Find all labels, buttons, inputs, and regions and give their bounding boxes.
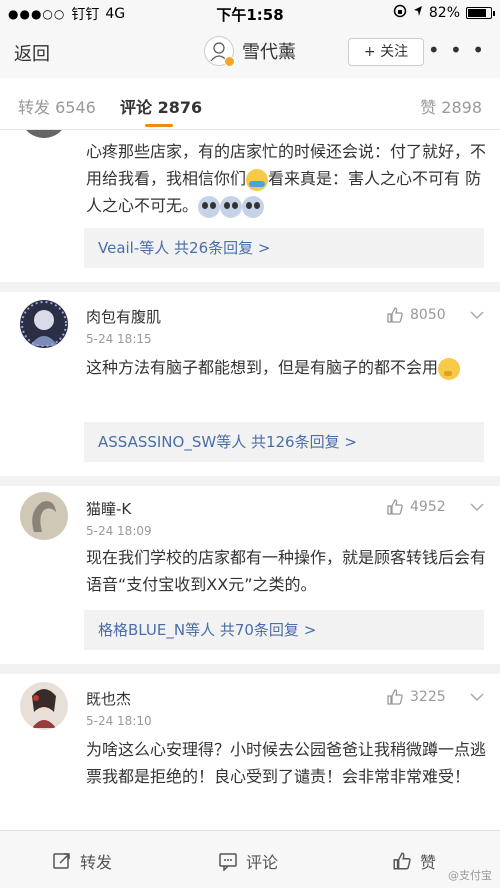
comment-time: 5-24 18:10 bbox=[86, 714, 152, 728]
orientation-lock-icon bbox=[393, 4, 407, 22]
comment-text-part: 这种方法有脑子都能想到，但是有脑子的都不会用 bbox=[86, 358, 439, 377]
repost-icon bbox=[53, 853, 70, 869]
username[interactable]: 肉包有腹肌 bbox=[86, 306, 161, 327]
verified-badge-icon bbox=[224, 56, 235, 67]
like-count: 8050 bbox=[410, 307, 446, 323]
divider bbox=[0, 476, 500, 486]
replies-link[interactable]: ASSASSINO_SW等人 共126条回复 > bbox=[84, 422, 484, 462]
face-emoji-icon bbox=[242, 195, 265, 218]
face-emoji-icon bbox=[198, 195, 221, 218]
comment-text: 心疼那些店家，有的店家忙的时候还会说：付了就好，不用给我看，我相信你们 看来真是：… bbox=[86, 138, 486, 219]
avatar[interactable] bbox=[20, 300, 68, 348]
tab-repost[interactable]: 转发 6546 bbox=[18, 94, 96, 118]
avatar[interactable] bbox=[20, 130, 68, 138]
nav-user[interactable]: 雪代薰 bbox=[0, 36, 500, 67]
thumbs-up-icon bbox=[387, 499, 403, 515]
comment-button[interactable]: 评论 bbox=[218, 849, 278, 873]
repost-button[interactable]: 转发 bbox=[52, 849, 112, 873]
like-button[interactable]: 3225 bbox=[386, 688, 446, 706]
comment-list: 心疼那些店家，有的店家忙的时候还会说：付了就好，不用给我看，我相信你们 看来真是：… bbox=[0, 130, 500, 830]
divider bbox=[0, 282, 500, 292]
watermark: @支付宝 bbox=[448, 869, 492, 882]
more-menu-icon[interactable]: • • • bbox=[428, 38, 486, 62]
like-count: 4952 bbox=[410, 499, 446, 515]
comment-icon bbox=[219, 853, 237, 871]
shrug-emoji-icon bbox=[246, 168, 269, 191]
chevron-down-icon[interactable] bbox=[470, 690, 484, 706]
battery-percent: 82% bbox=[428, 5, 460, 21]
comment-time: 5-24 18:09 bbox=[86, 524, 152, 538]
location-icon bbox=[413, 5, 423, 21]
follow-button[interactable]: + 关注 bbox=[348, 38, 424, 66]
thinking-emoji-icon bbox=[438, 357, 461, 380]
username[interactable]: 既也杰 bbox=[86, 688, 131, 709]
tab-comments[interactable]: 评论 2876 bbox=[120, 94, 202, 118]
avatar[interactable] bbox=[20, 682, 68, 730]
page-title: 雪代薰 bbox=[242, 42, 296, 63]
replies-link[interactable]: 格格BLUE_N等人 共70条回复 > bbox=[84, 610, 484, 650]
comment-label: 评论 bbox=[246, 853, 279, 872]
divider bbox=[0, 664, 500, 674]
repost-label: 转发 bbox=[80, 853, 113, 872]
username[interactable]: 猫瞳-K bbox=[86, 498, 131, 519]
like-button[interactable]: 8050 bbox=[386, 306, 446, 324]
replies-link[interactable]: Veail-等人 共26条回复 > bbox=[84, 228, 484, 268]
face-emoji-icon bbox=[220, 195, 243, 218]
chevron-down-icon[interactable] bbox=[470, 308, 484, 324]
avatar[interactable] bbox=[204, 36, 235, 67]
tab-likes[interactable]: 赞 2898 bbox=[420, 94, 482, 118]
like-button[interactable]: 4952 bbox=[386, 498, 446, 516]
like-count: 3225 bbox=[410, 689, 446, 705]
status-bar: ●●●○○ 钉钉 4G 下午1:58 82% bbox=[0, 0, 500, 26]
battery-icon bbox=[466, 7, 495, 19]
comment-text: 现在我们学校的店家都有一种操作，就是顾客转钱后会有语音“支付宝收到XX元”之类的… bbox=[86, 548, 487, 594]
comment-text: 为啥这么心安理得？小时候去公园爸爸让我稍微蹲一点逃票我都是拒绝的！良心受到了谴责… bbox=[86, 740, 487, 786]
thumbs-up-icon bbox=[393, 852, 411, 870]
like-button[interactable]: 赞 bbox=[392, 849, 436, 873]
avatar[interactable] bbox=[20, 492, 68, 540]
nav-bar: 返回 雪代薰 + 关注 • • • bbox=[0, 26, 500, 78]
like-label: 赞 bbox=[420, 853, 437, 872]
bottom-action-bar: 转发 评论 赞 @支付宝 bbox=[0, 830, 500, 888]
chevron-down-icon[interactable] bbox=[470, 500, 484, 516]
comment-text: 这种方法有脑子都能想到，但是有脑子的都不会用 bbox=[86, 354, 486, 381]
comment-time: 5-24 18:15 bbox=[86, 332, 152, 346]
tab-bar: 转发 6546 评论 2876 赞 2898 bbox=[0, 78, 500, 130]
thumbs-up-icon bbox=[387, 689, 403, 705]
thumbs-up-icon bbox=[387, 307, 403, 323]
active-tab-indicator bbox=[145, 124, 173, 127]
